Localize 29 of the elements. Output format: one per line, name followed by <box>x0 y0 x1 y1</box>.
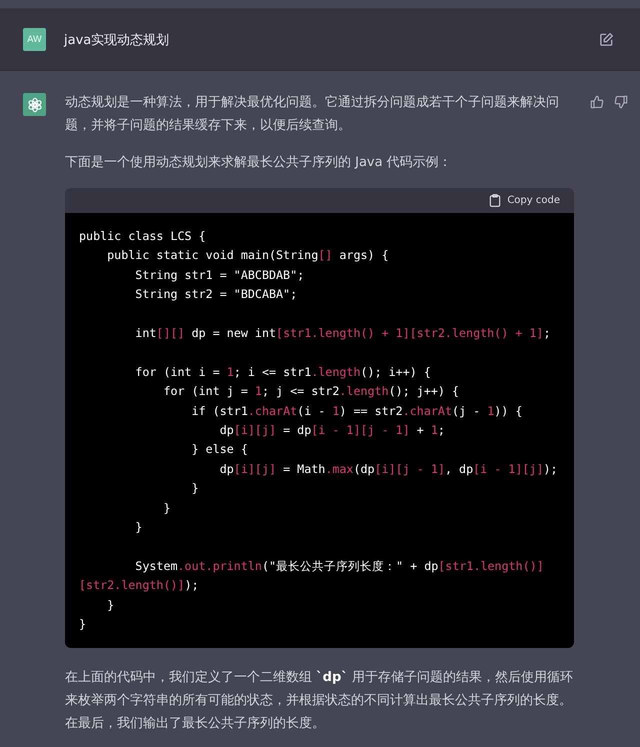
knot-logo-icon <box>26 96 42 112</box>
code-line: public class LCS { <box>79 228 207 245</box>
answer-paragraph: 动态规划是一种算法，用于解决最优化问题。它通过拆分问题成若干个子问题来解决问题，并将子问题的结果缓存下来，以便后续查询。 <box>65 94 560 135</box>
code-line: } <box>190 480 200 498</box>
code-line: System.out.println("最长公共子序列长度：" + dp[str1.length()] <box>134 558 545 575</box>
user-avatar: AW <box>23 28 46 51</box>
answer-paragraph: 下面是一个使用动态规划来求解最长公共子序列的 Java 代码示例： <box>65 154 453 172</box>
code-line: } <box>162 500 172 517</box>
edit-icon[interactable] <box>597 30 616 49</box>
code-line: if (str1.charAt(i - 1) == str2.charAt(j - 1)) { <box>190 402 524 420</box>
code-line: for (int i = 1; i <= str1.length(); i++) { <box>134 364 432 381</box>
code-line: } <box>79 616 88 634</box>
code-line: } else { <box>190 441 249 458</box>
thumbs-down-icon[interactable] <box>612 93 630 111</box>
code-line: } <box>134 519 144 536</box>
answer-paragraph: 在上面的代码中，我们定义了一个二维数组 `dp` 用于存储子问题的结果，然后使用循环来枚举两个字符串的所有可能的状态，并根据状态的不同计算出最长公共子序列的长度。在最后，我们输出了最长公共子序列的长度。 <box>65 669 574 734</box>
code-line: } <box>106 596 116 614</box>
code-line: for (int j = 1; j <= str2.length(); j++) { <box>162 383 460 400</box>
copy-code-button[interactable]: Copy code <box>487 192 562 209</box>
code-line: [str2.length()]); <box>79 577 200 594</box>
user-message: java实现动态规划 <box>64 32 170 48</box>
code-line: dp[i][j] = Math.max(dp[i][j - 1], dp[i - 1][j]); <box>218 460 559 478</box>
clipboard-icon <box>489 194 502 207</box>
code-line: int[][] dp = new int[str1.length() + 1][str2.length() + 1]; <box>134 325 552 342</box>
code-line: String str1 = "ABCBDAB"; <box>134 266 306 284</box>
code-line: String str2 = "BDCABA"; <box>134 286 298 304</box>
thumbs-up-icon[interactable] <box>588 93 606 111</box>
code-line: dp[i][j] = dp[i - 1][j - 1] + 1; <box>218 422 446 440</box>
code-line: public static void main(String[] args) { <box>106 247 390 264</box>
